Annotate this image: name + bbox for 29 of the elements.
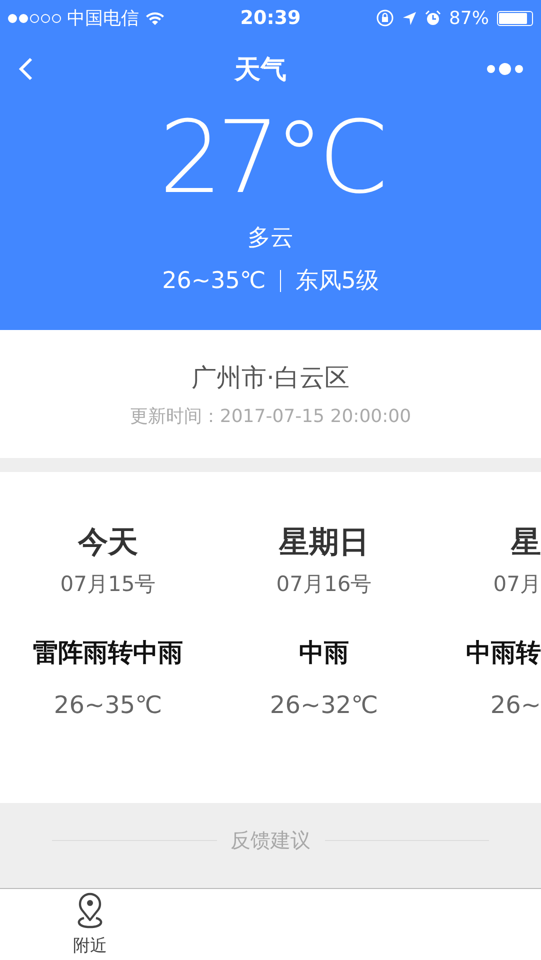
- forecast-day: 今天: [78, 522, 138, 564]
- nearby-tab[interactable]: 附近: [0, 889, 180, 960]
- forecast-date: 07月16号: [276, 571, 372, 598]
- location-arrow-icon: [402, 10, 417, 26]
- temperature-range: 26~35℃: [162, 268, 266, 294]
- rotation-lock-icon: [376, 9, 394, 27]
- status-time: 20:39: [240, 7, 301, 29]
- forecast-weather: 中雨转: [466, 637, 541, 669]
- battery-percent: 87%: [448, 8, 489, 28]
- more-icon[interactable]: [485, 62, 525, 76]
- wifi-icon: [145, 10, 165, 26]
- weather-condition: 多云: [248, 224, 294, 253]
- forecast-weather: 中雨: [299, 637, 349, 669]
- forecast-date: 07月15号: [60, 571, 156, 598]
- alarm-icon: [424, 10, 441, 26]
- battery-icon: [496, 10, 533, 26]
- wind-level: 东风5级: [295, 267, 379, 296]
- carrier-name: 中国电信: [67, 7, 139, 30]
- forecast-day: 星: [511, 522, 541, 564]
- forecast-temperature: 26~: [490, 691, 541, 719]
- page-title: 天气: [234, 54, 286, 86]
- update-time: 更新时间：2017-07-15 20:00:00: [130, 404, 412, 428]
- current-temperature: 27°C: [158, 102, 382, 214]
- forecast-date: 07月: [493, 571, 541, 598]
- forecast-day: 星期日: [279, 522, 369, 564]
- forecast-temperature: 26~32℃: [270, 691, 378, 719]
- forecast-weather: 雷阵雨转中雨: [33, 637, 183, 669]
- forecast-temperature: 26~35℃: [54, 691, 162, 719]
- location-name: 广州市·白云区: [192, 362, 350, 394]
